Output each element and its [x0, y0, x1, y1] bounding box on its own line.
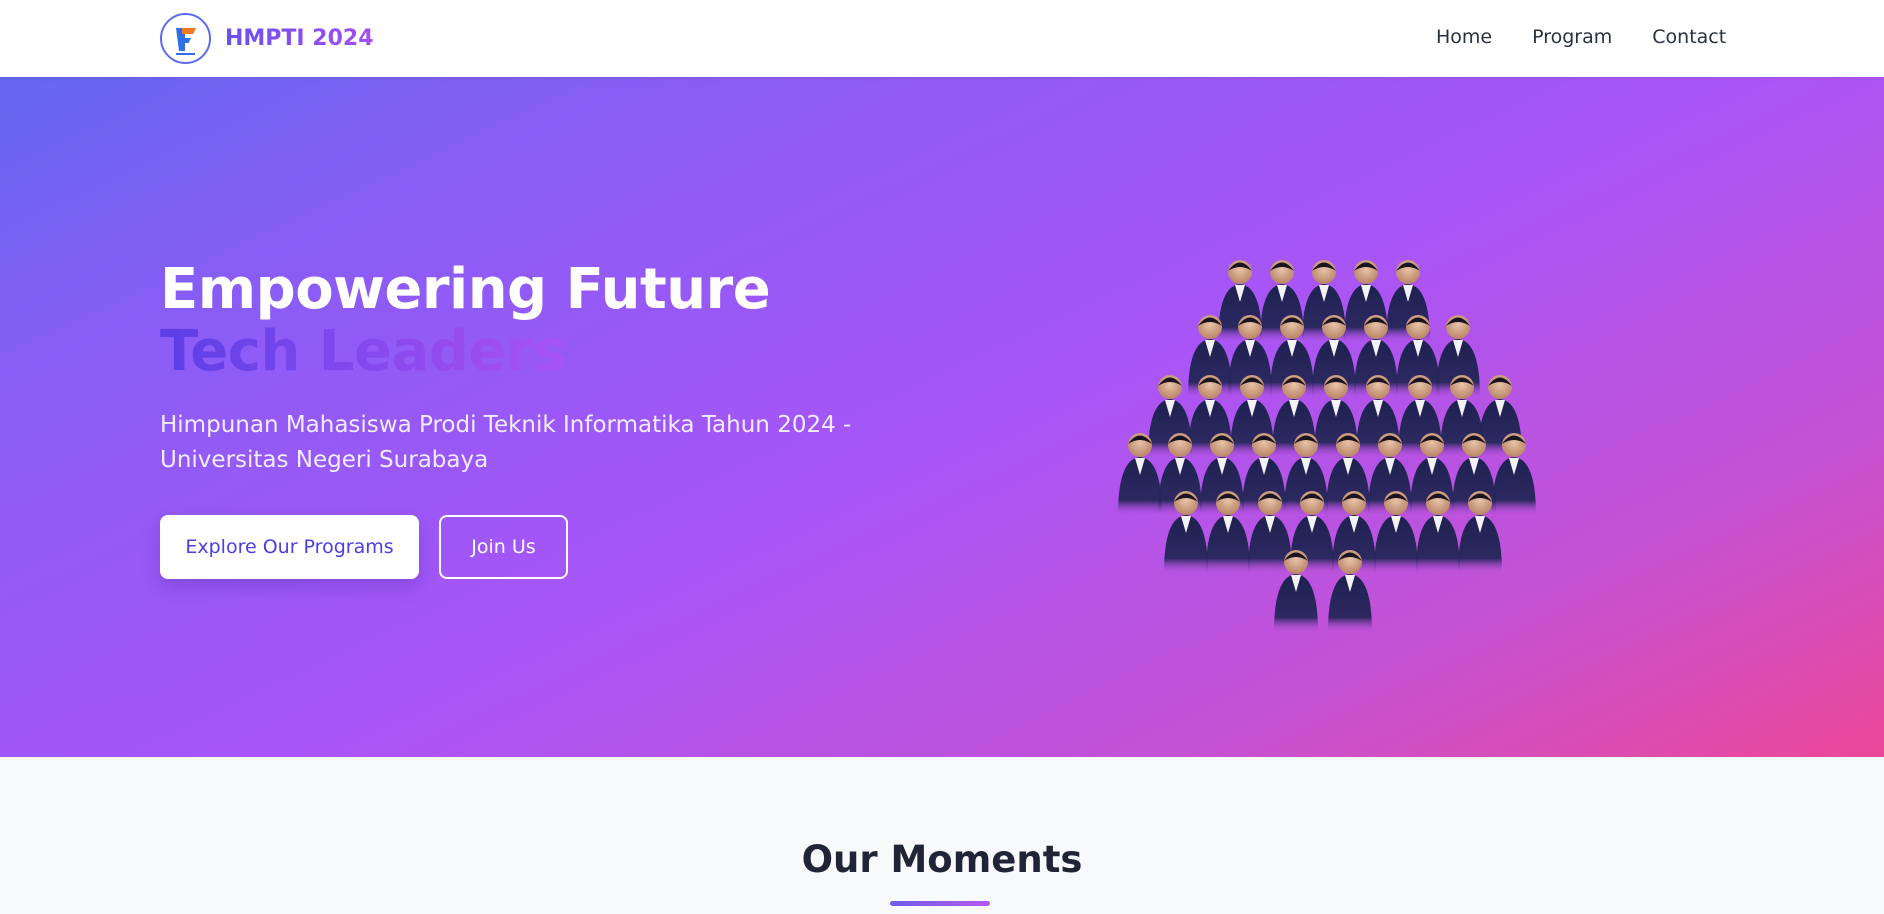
nav-program-link[interactable]: Program: [1532, 26, 1612, 48]
nav-home-link[interactable]: Home: [1436, 26, 1492, 48]
moments-title: Our Moments: [801, 838, 1083, 881]
hero-title-accent: Tech Leaders: [160, 319, 566, 384]
hero-title: Empowering Future Tech Leaders: [160, 259, 920, 383]
group-photo: [1118, 260, 1536, 632]
hero-section: Empowering Future Tech Leaders Himpunan …: [0, 77, 1884, 757]
moments-section: Our Moments: [0, 757, 1884, 914]
brand-name: HMPTI 2024: [225, 26, 374, 51]
explore-programs-button[interactable]: Explore Our Programs: [160, 515, 419, 579]
join-us-button[interactable]: Join Us: [439, 515, 568, 579]
hero-subtitle: Himpunan Mahasiswa Prodi Teknik Informat…: [160, 412, 852, 473]
hero-title-main: Empowering Future: [160, 257, 771, 322]
brand[interactable]: HMPTI 2024: [160, 13, 374, 64]
nav-contact-link[interactable]: Contact: [1652, 26, 1726, 48]
main-nav: Home Program Contact: [1436, 26, 1726, 48]
navbar: HMPTI 2024 Home Program Contact: [0, 0, 1884, 77]
moments-title-underline: [890, 901, 990, 906]
hmpti-logo-icon: [160, 13, 211, 64]
